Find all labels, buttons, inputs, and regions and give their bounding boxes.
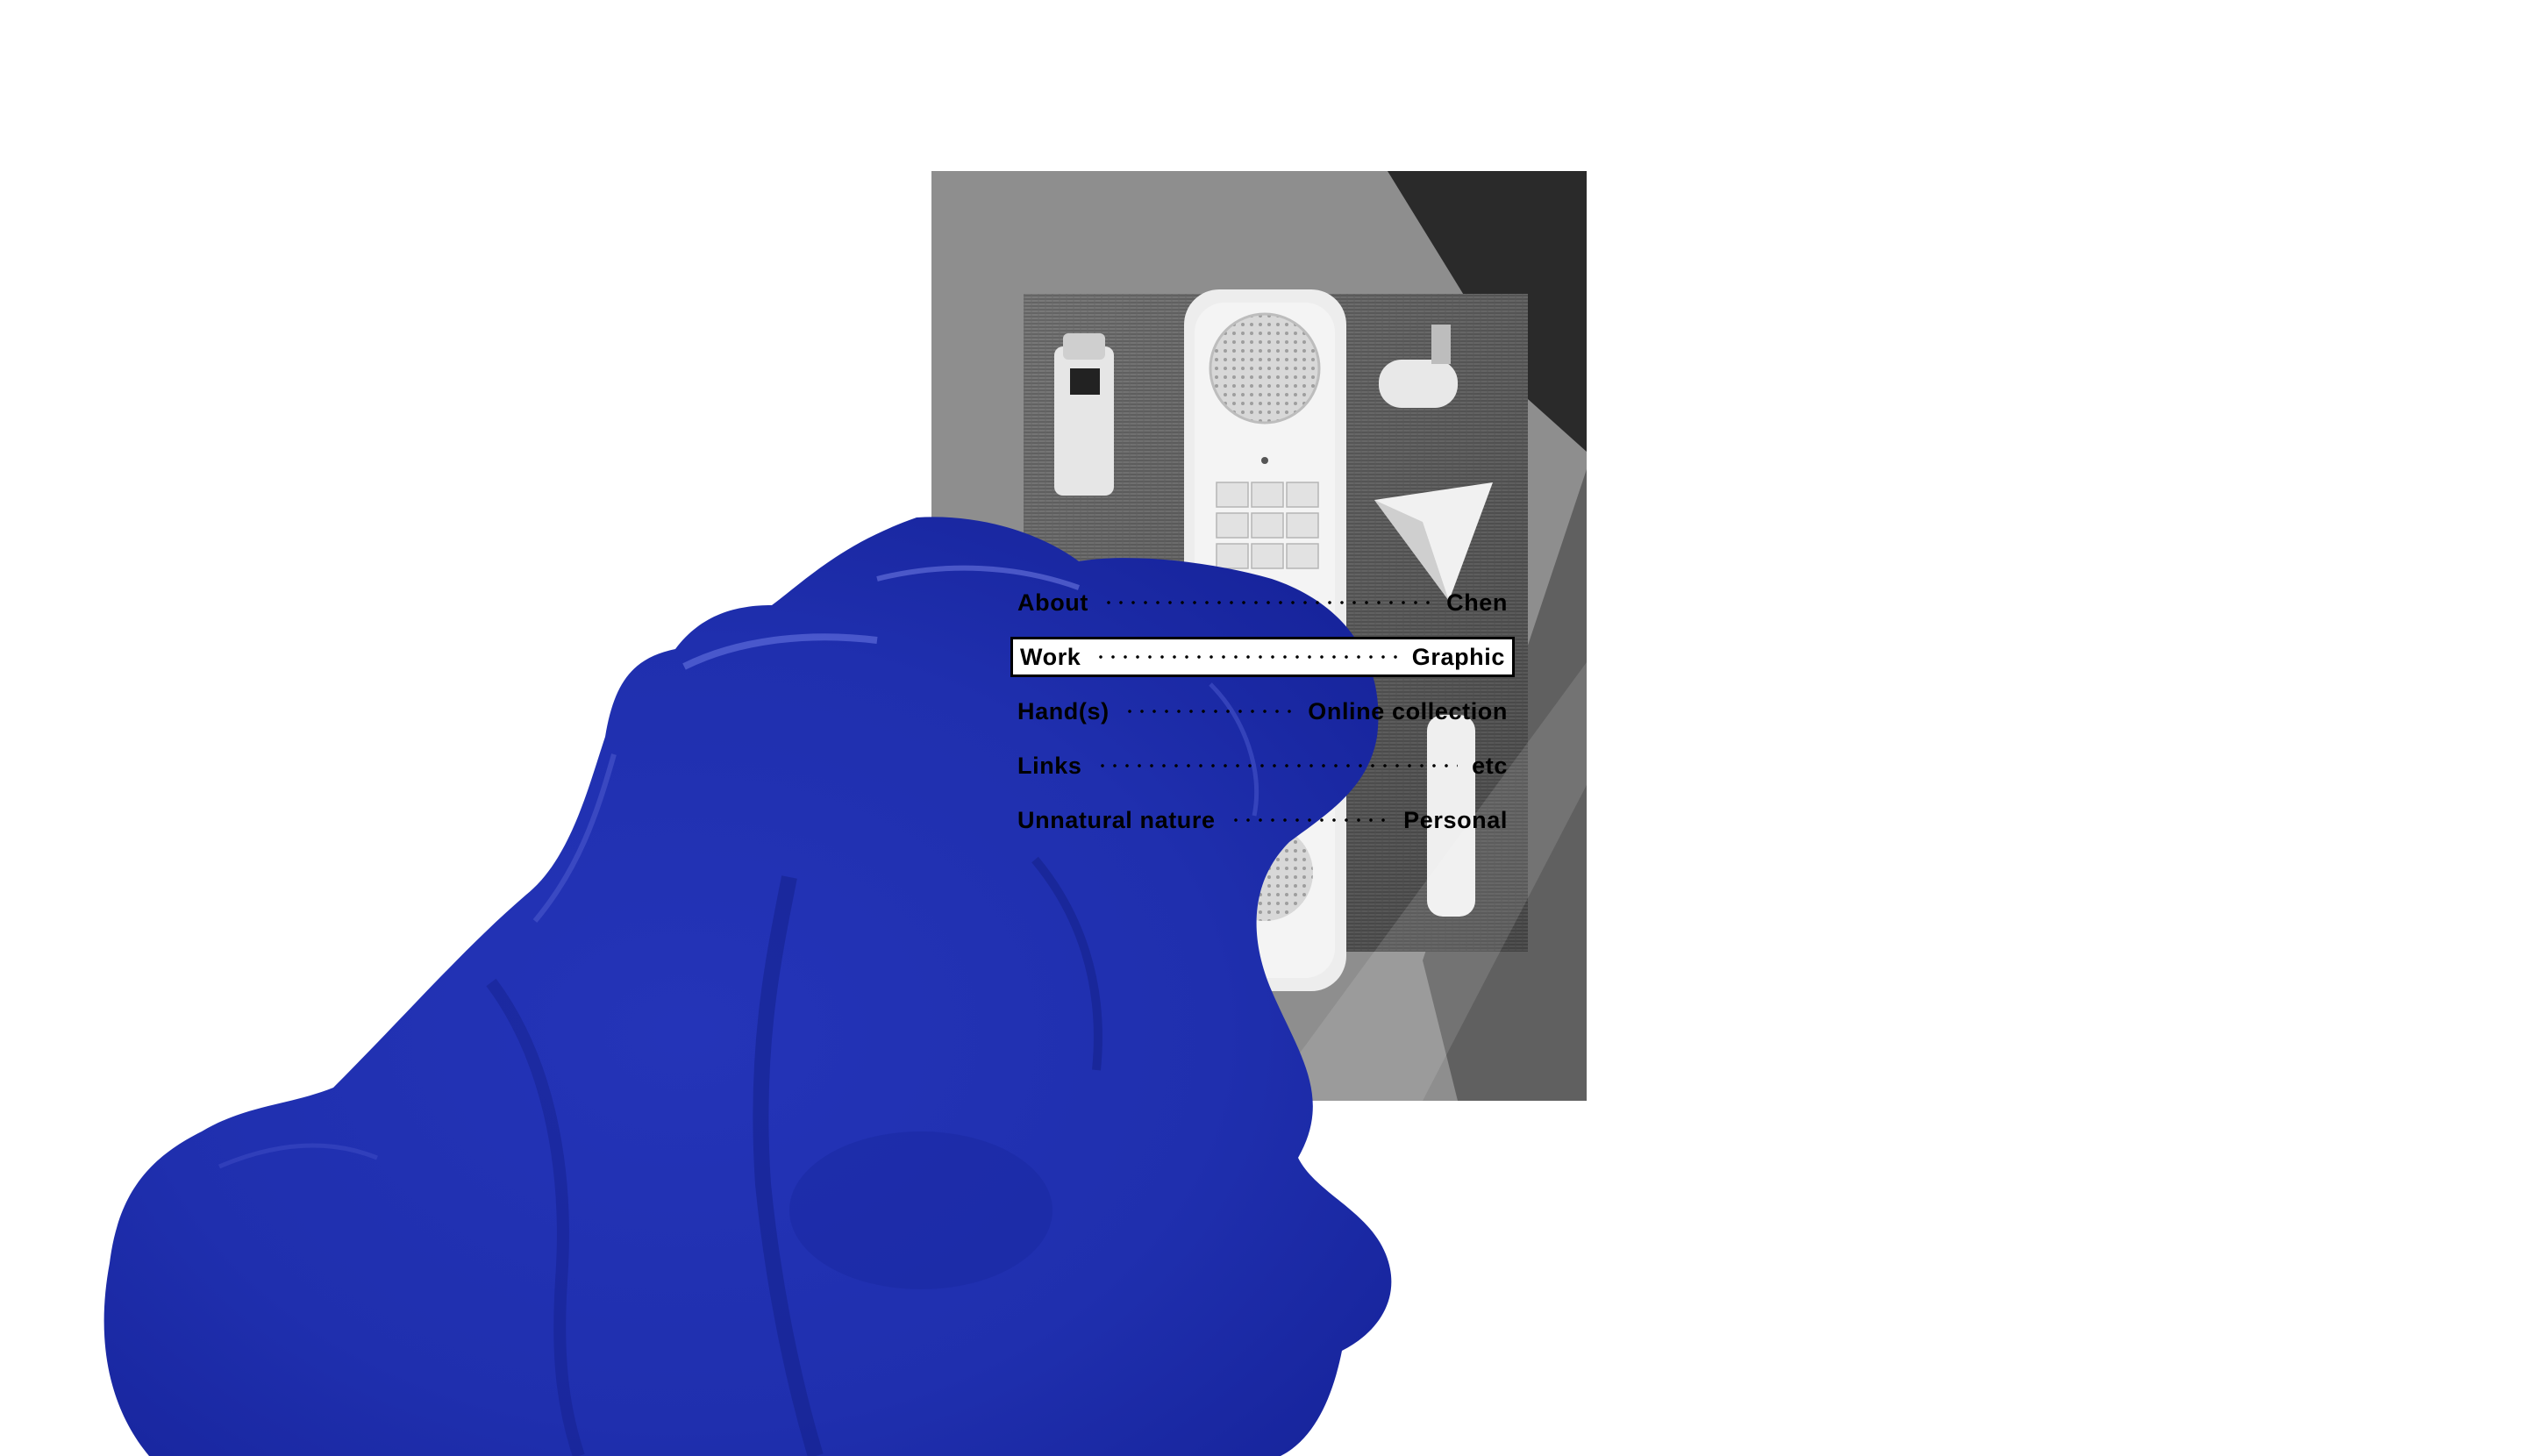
menu-item-about[interactable]: About Chen bbox=[1010, 582, 1515, 623]
dotted-leader bbox=[1229, 818, 1390, 822]
menu-item-unnatural-nature-sub: Personal bbox=[1403, 806, 1508, 833]
menu-item-links-sub: etc bbox=[1472, 752, 1508, 779]
menu-item-work[interactable]: Work Graphic bbox=[1010, 637, 1515, 677]
menu-item-hands-label: Hand(s) bbox=[1017, 697, 1110, 724]
dotted-leader bbox=[1095, 655, 1398, 659]
menu-item-work-sub: Graphic bbox=[1411, 643, 1505, 670]
menu-item-about-label: About bbox=[1017, 589, 1088, 616]
dotted-leader bbox=[1123, 710, 1295, 713]
menu-item-unnatural-nature-label: Unnatural nature bbox=[1017, 806, 1216, 833]
dotted-leader bbox=[1102, 601, 1433, 604]
menu-item-hands[interactable]: Hand(s) Online collection bbox=[1010, 691, 1515, 732]
page-stage: About Chen Work Graphic Hand(s) Online c… bbox=[0, 0, 2526, 1456]
menu-item-hands-sub: Online collection bbox=[1308, 697, 1508, 724]
menu-item-links-label: Links bbox=[1017, 752, 1082, 779]
menu-item-work-label: Work bbox=[1020, 643, 1081, 670]
dotted-leader bbox=[1095, 764, 1459, 767]
main-menu: About Chen Work Graphic Hand(s) Online c… bbox=[1010, 582, 1515, 854]
menu-item-about-sub: Chen bbox=[1446, 589, 1508, 616]
menu-item-unnatural-nature[interactable]: Unnatural nature Personal bbox=[1010, 800, 1515, 840]
menu-item-links[interactable]: Links etc bbox=[1010, 746, 1515, 786]
